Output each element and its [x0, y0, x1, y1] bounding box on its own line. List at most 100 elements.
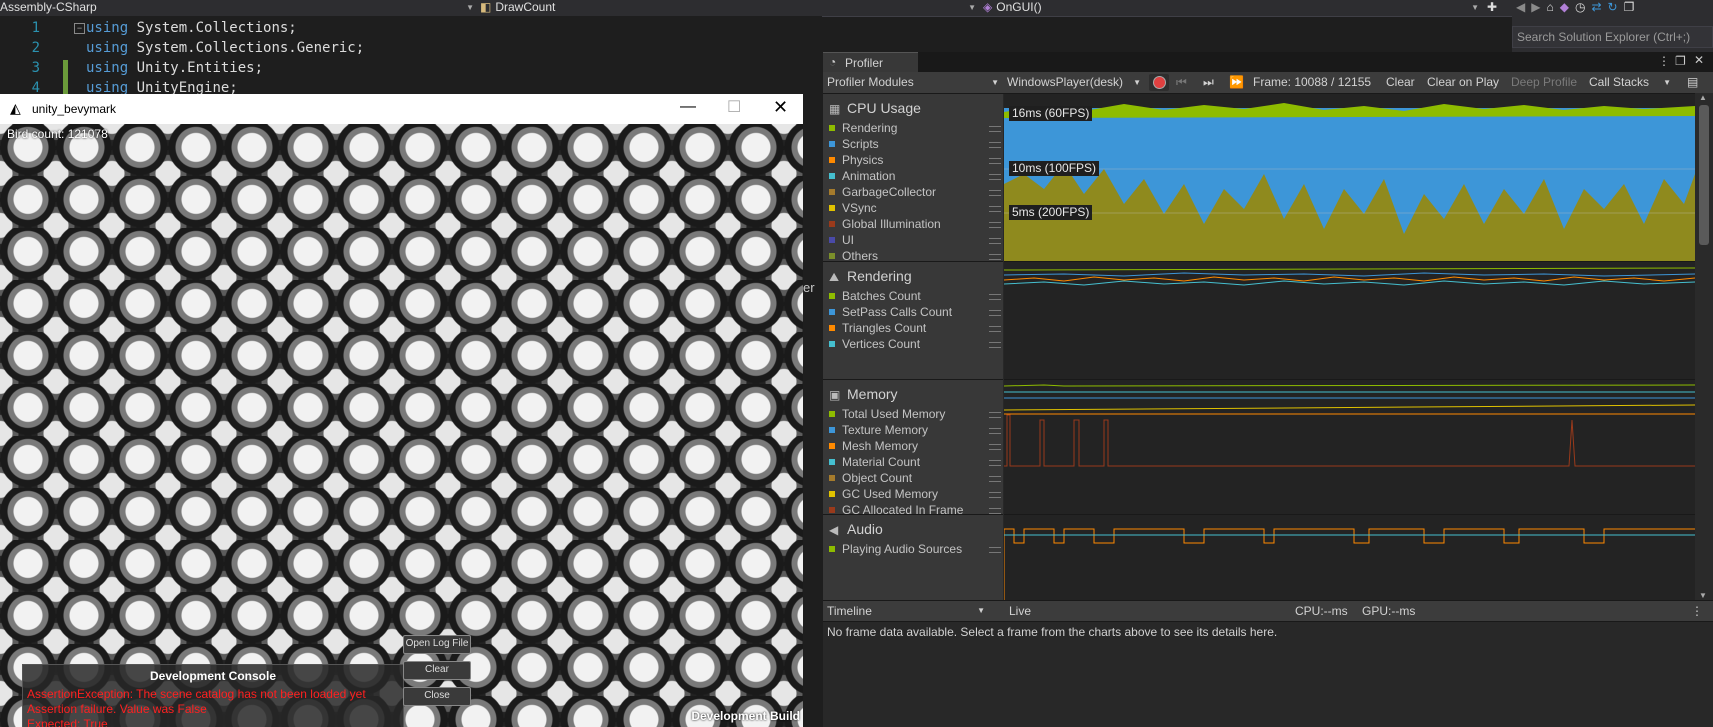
cpu-usage-title: CPU Usage — [847, 100, 921, 116]
drag-handle-icon[interactable] — [989, 444, 1001, 450]
call-stacks-dropdown[interactable]: Call Stacks ▼ — [1589, 72, 1673, 93]
legend-item[interactable]: VSync — [829, 200, 1001, 216]
drag-handle-icon[interactable] — [989, 222, 1001, 228]
close-icon[interactable]: ✕ — [1694, 53, 1704, 67]
clear-console-button[interactable]: Clear — [403, 661, 471, 680]
game-title-bar[interactable]: ◭ unity_bevymark — ☐ ✕ — [0, 94, 803, 124]
clear-on-play-toggle[interactable]: Clear on Play — [1427, 72, 1499, 93]
memory-module[interactable]: ▣ Memory Total Used Memory Texture Memory… — [823, 380, 1003, 517]
deep-profile-toggle[interactable]: Deep Profile — [1511, 72, 1577, 93]
refresh-icon[interactable]: ↻ — [1608, 0, 1624, 14]
legend-item[interactable]: Rendering — [829, 120, 1001, 136]
drag-handle-icon[interactable] — [989, 326, 1001, 332]
memory-title: Memory — [847, 386, 898, 402]
history-icon[interactable]: ◷ — [1575, 0, 1591, 14]
legend-item[interactable]: SetPass Calls Count — [829, 304, 1001, 320]
drag-handle-icon[interactable] — [989, 174, 1001, 180]
legend-item[interactable]: Total Used Memory — [829, 406, 1001, 422]
audio-module[interactable]: ◀ Audio Playing Audio Sources — [823, 515, 1003, 601]
drag-handle-icon[interactable] — [989, 158, 1001, 164]
clear-button[interactable]: Clear — [1386, 72, 1415, 93]
profiler-tab[interactable]: ◔ Profiler — [823, 52, 918, 73]
profiler-scrollbar[interactable]: ▲ ▼ — [1695, 93, 1713, 600]
first-frame-icon[interactable]: ⏮ — [1176, 72, 1187, 93]
close-console-button[interactable]: Close — [403, 687, 471, 706]
rendering-area — [1004, 103, 1695, 118]
back-icon[interactable]: ◀ — [1516, 0, 1531, 14]
legend-item[interactable]: Global Illumination — [829, 216, 1001, 232]
triangles-line — [1004, 276, 1695, 282]
drag-handle-icon[interactable] — [989, 508, 1001, 514]
legend-swatch — [829, 340, 835, 347]
legend-item[interactable]: Triangles Count — [829, 320, 1001, 336]
drag-handle-icon[interactable] — [989, 142, 1001, 148]
project-dropdown[interactable]: Assembly-CSharp ▼ — [0, 0, 478, 16]
member-dropdown[interactable]: ◈ OnGUI() ▼ — [983, 0, 1483, 16]
drag-handle-icon[interactable] — [989, 412, 1001, 418]
legend-item[interactable]: Playing Audio Sources — [829, 541, 1001, 557]
profiler-modules-dropdown[interactable]: Profiler Modules ▼ — [827, 72, 1005, 93]
maximize-icon[interactable]: ☐ — [727, 97, 741, 117]
more-options-icon[interactable]: ⋮ — [1658, 54, 1670, 68]
legend-item[interactable]: GC Used Memory — [829, 486, 1001, 502]
audio-chart[interactable] — [1004, 515, 1695, 601]
cpu-usage-module[interactable]: ▦ CPU Usage Rendering Scripts Physics Anima… — [823, 94, 1003, 263]
legend-item[interactable]: Vertices Count — [829, 336, 1001, 352]
type-dropdown[interactable]: ◧ DrawCount ▼ — [480, 0, 980, 16]
record-button[interactable] — [1149, 74, 1169, 91]
drag-handle-icon[interactable] — [989, 206, 1001, 212]
minimize-icon[interactable]: — — [680, 98, 696, 116]
collapse-icon[interactable]: ❐ — [1624, 0, 1641, 14]
drag-handle-icon[interactable] — [989, 294, 1001, 300]
drag-handle-icon[interactable] — [989, 310, 1001, 316]
memory-chart[interactable] — [1004, 380, 1695, 515]
target-dropdown[interactable]: WindowsPlayer(desk) ▼ — [1007, 72, 1145, 93]
drag-handle-icon[interactable] — [989, 342, 1001, 348]
load-icon[interactable]: ▤ — [1687, 72, 1698, 93]
sync-icon[interactable]: ⇄ — [1591, 0, 1607, 14]
open-log-file-button[interactable]: Open Log File — [403, 635, 471, 654]
game-render-area[interactable]: Bird count: 121078 Development Console A… — [0, 124, 803, 727]
cpu-usage-chart[interactable]: 16ms (60FPS) 10ms (100FPS) 5ms (200FPS) — [1004, 94, 1695, 262]
drag-handle-icon[interactable] — [989, 254, 1001, 260]
legend-item[interactable]: Mesh Memory — [829, 438, 1001, 454]
legend-item[interactable]: Batches Count — [829, 288, 1001, 304]
rendering-module[interactable]: ⛰ Rendering Batches Count SetPass Calls C… — [823, 262, 1003, 380]
legend-item[interactable]: Animation — [829, 168, 1001, 184]
split-icon[interactable]: ✚ — [1484, 0, 1500, 16]
solution-search-input[interactable]: Search Solution Explorer (Ctrl+;) — [1512, 26, 1713, 48]
legend-item[interactable]: Physics — [829, 152, 1001, 168]
close-icon[interactable]: ✕ — [773, 97, 788, 118]
legend-item[interactable]: Scripts — [829, 136, 1001, 152]
maximize-icon[interactable]: ❐ — [1675, 54, 1686, 68]
scroll-down-icon[interactable]: ▼ — [1699, 591, 1707, 600]
legend-item[interactable]: Object Count — [829, 470, 1001, 486]
rendering-chart[interactable] — [1004, 262, 1695, 380]
legend-item[interactable]: Material Count — [829, 454, 1001, 470]
drag-handle-icon[interactable] — [989, 238, 1001, 244]
code-editor[interactable]: − 1 using System.Collections; 2 using Sy… — [0, 16, 822, 96]
next-frame-icon[interactable]: ⏭ — [1203, 72, 1214, 93]
vs-icon[interactable]: ◆ — [1560, 0, 1575, 14]
forward-icon[interactable]: ▶ — [1531, 0, 1546, 14]
drag-handle-icon[interactable] — [989, 190, 1001, 196]
legend-item[interactable]: GarbageCollector — [829, 184, 1001, 200]
drag-handle-icon[interactable] — [989, 547, 1001, 553]
drag-handle-icon[interactable] — [989, 492, 1001, 498]
scroll-up-icon[interactable]: ▲ — [1699, 93, 1707, 102]
collapse-icon[interactable]: − — [74, 23, 85, 34]
legend-item[interactable]: Texture Memory — [829, 422, 1001, 438]
drag-handle-icon[interactable] — [989, 126, 1001, 132]
view-dropdown[interactable]: Timeline ▼ — [827, 601, 987, 621]
drag-handle-icon[interactable] — [989, 460, 1001, 466]
drag-handle-icon[interactable] — [989, 428, 1001, 434]
development-console: Development Console AssertionException: … — [22, 664, 404, 727]
scrollbar-thumb[interactable] — [1699, 105, 1709, 245]
game-window[interactable]: ◭ unity_bevymark — ☐ ✕ Bird count: 12107… — [0, 94, 803, 727]
more-options-icon[interactable]: ⋮ — [1691, 604, 1703, 618]
drag-handle-icon[interactable] — [989, 476, 1001, 482]
gc-used-memory-line — [1004, 404, 1695, 411]
last-frame-icon[interactable]: ⏩ — [1229, 72, 1244, 93]
home-icon[interactable]: ⌂ — [1546, 0, 1559, 14]
legend-item[interactable]: UI — [829, 232, 1001, 248]
